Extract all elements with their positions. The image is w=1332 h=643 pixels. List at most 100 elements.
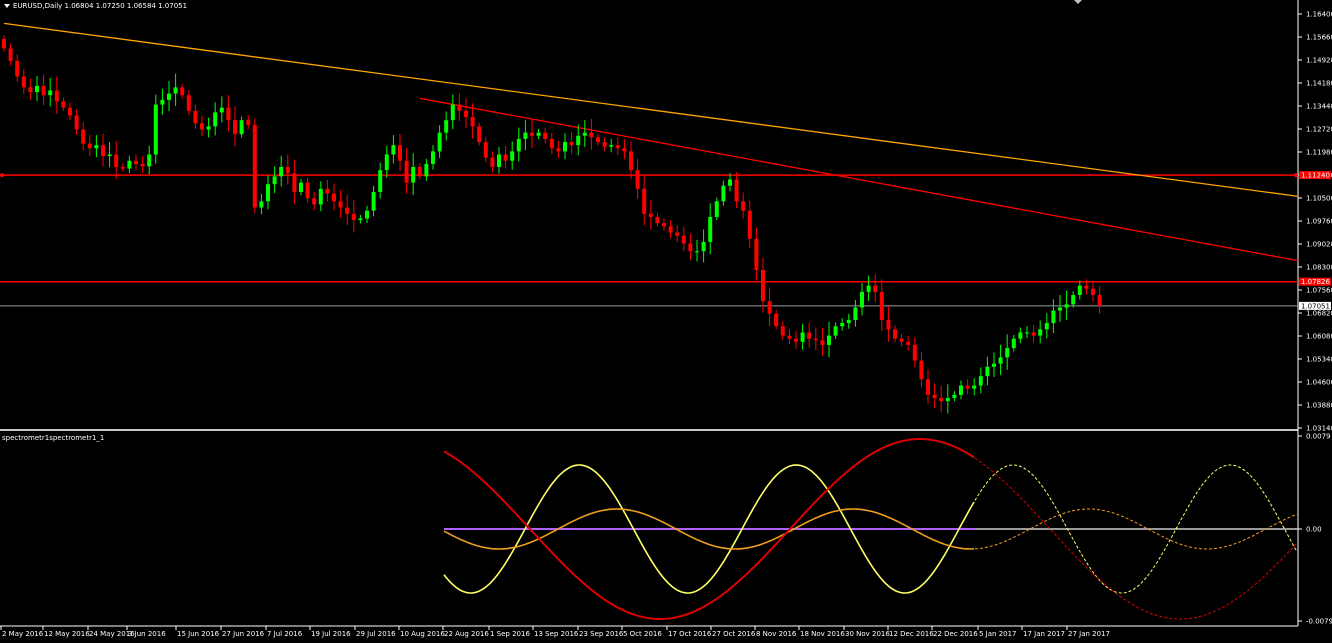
time-tick-label: 30 Nov 2016 <box>845 630 890 638</box>
bull-candle <box>272 176 277 185</box>
bear-candle <box>54 90 59 102</box>
bear-candle <box>325 188 330 194</box>
bear-candle <box>490 157 495 167</box>
time-axis[interactable]: 2 May 2016 12 May 2016 24 May 20163 Jun 20… <box>0 626 1110 638</box>
bull-candle <box>213 112 218 127</box>
bear-candle <box>483 142 488 158</box>
price-tick-label: 1.14180 <box>1306 80 1332 88</box>
bear-candle <box>648 213 653 217</box>
orange-trendline[interactable] <box>3 22 1299 197</box>
price-tag-label: 1.11240 <box>1301 172 1330 180</box>
time-tick-label: 17 Oct 2016 <box>668 630 712 638</box>
bear-candle <box>589 132 594 138</box>
price-tag-label: 1.07826 <box>1301 278 1330 286</box>
time-tick-label: 12 May 2016 <box>44 630 90 638</box>
bear-candle <box>120 166 125 169</box>
time-tick-label: 2 May 2016 <box>2 630 44 638</box>
bear-candle <box>642 188 647 214</box>
price-tick-label: 1.08300 <box>1306 264 1332 272</box>
price-tick-label: 1.14920 <box>1306 57 1332 65</box>
bear-candle <box>569 142 574 146</box>
menu-triangle-icon[interactable] <box>4 4 10 8</box>
bear-candle <box>186 95 191 111</box>
red-trendline[interactable] <box>419 97 1299 262</box>
candles <box>2 35 1102 414</box>
price-axis[interactable]: 1.16400 1.15660 1.14920 1.14180 1.13440 1.127… <box>1298 11 1332 433</box>
level-anchor[interactable] <box>1294 173 1298 178</box>
bull-candle <box>1005 348 1010 358</box>
indicator-axis: 0.0079 0.00 -0.0079 <box>1298 433 1332 626</box>
time-tick-label: 10 Aug 2016 <box>400 630 445 638</box>
bear-candle <box>629 151 633 171</box>
bear-candle <box>15 60 20 77</box>
indicator-title: spectrometr1spectrometr1_1 <box>2 434 105 442</box>
price-tick-label: 1.04600 <box>1306 379 1332 387</box>
bear-candle <box>28 87 33 93</box>
bull-candle <box>127 160 132 169</box>
bull-candle <box>714 201 719 217</box>
bull-candle <box>35 85 39 93</box>
price-tick-label: 1.16400 <box>1306 11 1332 19</box>
bull-candle <box>391 145 396 155</box>
time-tick-label: 7 Jul 2016 <box>267 630 303 638</box>
bull-candle <box>259 201 264 208</box>
price-tick-label: 1.15660 <box>1306 34 1332 42</box>
bear-candle <box>338 201 343 208</box>
bull-candle <box>1077 285 1082 295</box>
bull-candle <box>576 135 581 146</box>
bull-candle <box>952 394 957 399</box>
bear-candle <box>503 154 508 161</box>
bear-candle <box>741 201 746 211</box>
bear-candle <box>345 207 350 214</box>
time-tick-label: 15 Jun 2016 <box>177 630 220 638</box>
chart-header[interactable]: EURUSD,Daily 1.06804 1.07250 1.06584 1.0… <box>4 2 187 10</box>
bull-candle <box>318 188 323 205</box>
time-tick-label: 13 Sep 2016 <box>534 630 579 638</box>
bear-candle <box>8 48 13 61</box>
bull-candle <box>708 216 713 242</box>
time-tick-label: 27 Oct 2016 <box>712 630 756 638</box>
bull-candle <box>167 93 171 100</box>
bear-candle <box>101 145 105 157</box>
time-tick-label: 5 Oct 2016 <box>623 630 662 638</box>
level-anchor[interactable] <box>0 173 4 178</box>
open-value: 1.06804 <box>64 2 94 10</box>
bear-candle <box>602 142 607 147</box>
bear-candle <box>939 398 944 402</box>
bear-candle <box>68 107 72 116</box>
bear-candle <box>549 138 554 149</box>
bull-candle <box>510 151 515 161</box>
time-tick-label: 17 Jan 2017 <box>1023 630 1065 638</box>
bull-candle <box>846 319 851 324</box>
bull-candle <box>992 363 996 367</box>
bull-candle <box>1071 294 1076 305</box>
red-wave-projection <box>974 457 1298 620</box>
bear-candle <box>668 226 673 233</box>
bear-candle <box>285 166 290 174</box>
bear-candle <box>81 129 86 144</box>
bear-candle <box>932 394 937 399</box>
time-tick-label: 22 Aug 2016 <box>444 630 489 638</box>
bull-candle <box>582 132 587 136</box>
bull-candle <box>444 120 449 133</box>
indicator-tick-label: -0.0079 <box>1306 618 1332 626</box>
bull-candle <box>48 90 53 96</box>
bull-candle <box>371 191 376 211</box>
bull-candle <box>728 179 732 186</box>
bull-candle <box>424 163 429 177</box>
bear-candle <box>74 115 79 130</box>
bull-candle <box>147 154 152 167</box>
bull-candle <box>853 307 858 320</box>
price-tick-label: 1.03140 <box>1306 425 1332 433</box>
chart-shift-marker-icon[interactable] <box>1074 0 1082 4</box>
bear-candle <box>899 338 904 342</box>
bull-candle <box>536 132 541 136</box>
bull-candle <box>94 145 99 149</box>
bear-candle <box>662 223 666 227</box>
bear-candle <box>813 338 818 341</box>
bear-candle <box>543 132 548 139</box>
price-tick-label: 1.10500 <box>1306 195 1332 203</box>
bear-candle <box>233 120 237 135</box>
horizontal-levels[interactable] <box>0 173 1298 307</box>
bull-candle <box>827 335 831 345</box>
